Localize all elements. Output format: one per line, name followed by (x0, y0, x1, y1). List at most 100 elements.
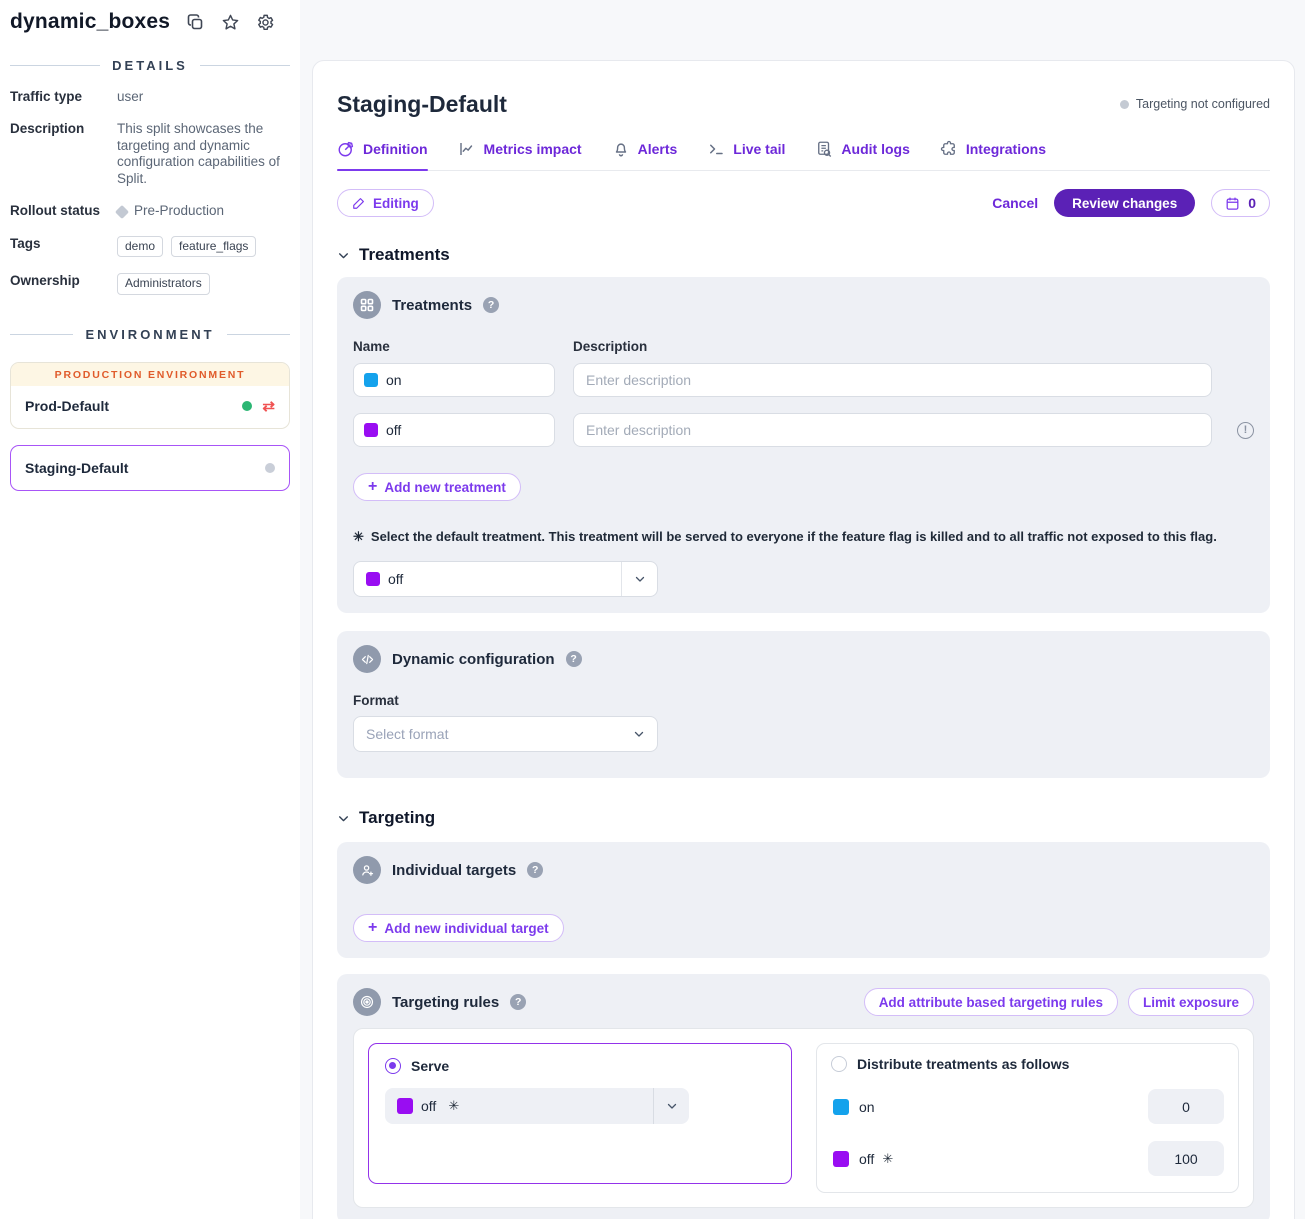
chart-icon (458, 140, 476, 158)
treatment-color-swatch (833, 1151, 849, 1167)
review-changes-button[interactable]: Review changes (1054, 189, 1195, 217)
help-icon[interactable]: ? (566, 651, 582, 667)
details-heading: DETAILS (10, 58, 290, 73)
add-attribute-rules-button[interactable]: Add attribute based targeting rules (864, 988, 1118, 1016)
production-banner: PRODUCTION ENVIRONMENT (11, 363, 289, 386)
environment-heading: ENVIRONMENT (10, 327, 290, 342)
targeting-rules-title: Targeting rules (392, 994, 499, 1011)
distribute-treatment-name: off (859, 1151, 874, 1167)
targeting-rules-card: Targeting rules ? Add attribute based ta… (337, 974, 1270, 1219)
details-rows: Traffic type user Description This split… (10, 89, 290, 295)
description-label: Description (10, 121, 117, 187)
env-prod-name: Prod-Default (25, 398, 109, 414)
tab-live-tail[interactable]: Live tail (707, 140, 785, 170)
tab-integrations[interactable]: Integrations (940, 140, 1046, 170)
treatment-description-input[interactable] (573, 413, 1212, 447)
serve-treatment-value: off (421, 1098, 436, 1114)
schedule-button[interactable]: 0 (1211, 189, 1270, 217)
add-new-treatment-button[interactable]: + Add new treatment (353, 473, 521, 501)
treatment-name: on (386, 372, 402, 388)
treatment-description-input[interactable] (573, 363, 1212, 397)
environment-card-prod[interactable]: PRODUCTION ENVIRONMENT Prod-Default ⇄ (10, 362, 290, 429)
format-select[interactable]: Select format (353, 716, 658, 752)
distribute-percentage-input[interactable] (1148, 1089, 1224, 1124)
treatment-color-swatch (364, 373, 378, 387)
default-treatment-select[interactable]: off (353, 561, 658, 597)
environment-detail-panel: Staging-Default Targeting not configured… (312, 60, 1295, 1219)
detail-row-tags: Tags demo feature_flags (10, 236, 290, 258)
copy-icon[interactable] (186, 13, 205, 32)
traffic-type-label: Traffic type (10, 89, 117, 105)
detail-row-description: Description This split showcases the tar… (10, 121, 290, 187)
chevron-down-icon (633, 728, 645, 740)
pencil-icon (352, 196, 366, 210)
treatment-name: off (386, 422, 401, 438)
default-treatment-note: ✳ Select the default treatment. This tre… (353, 529, 1254, 545)
treatment-name-field[interactable]: on (353, 363, 555, 397)
dynamic-configuration-card: Dynamic configuration ? Format Select fo… (337, 631, 1270, 778)
app-header: dynamic_boxes (0, 0, 300, 44)
treatments-column-labels: Name Description (353, 339, 1254, 354)
person-add-icon (353, 856, 381, 884)
name-column-label: Name (353, 339, 555, 354)
puzzle-icon (940, 140, 958, 158)
tab-alerts[interactable]: Alerts (612, 140, 678, 170)
treatment-color-swatch (366, 572, 380, 586)
treatments-card: Treatments ? Name Description on off (337, 277, 1270, 613)
star-icon[interactable] (221, 13, 240, 32)
treatment-color-swatch (833, 1099, 849, 1115)
swap-arrows-icon[interactable]: ⇄ (262, 399, 275, 414)
default-marker-icon: ✳ (882, 1151, 893, 1167)
tab-metrics-impact[interactable]: Metrics impact (458, 140, 582, 170)
distribute-percentage-input[interactable] (1148, 1141, 1224, 1176)
description-column-label: Description (573, 339, 647, 354)
tab-definition[interactable]: Definition (337, 140, 428, 170)
distribute-label: Distribute treatments as follows (857, 1056, 1069, 1072)
definition-icon (337, 140, 355, 158)
serve-treatment-select[interactable]: off ✳ (385, 1088, 689, 1124)
rollout-diamond-icon (115, 205, 129, 219)
main-header: Staging-Default Targeting not configured (337, 91, 1270, 118)
editing-button[interactable]: Editing (337, 189, 434, 217)
distribute-row: off ✳ (831, 1141, 1224, 1176)
distribute-treatment-name: on (859, 1099, 875, 1115)
target-icon (353, 988, 381, 1016)
limit-exposure-button[interactable]: Limit exposure (1128, 988, 1254, 1016)
format-select-placeholder: Select format (366, 726, 633, 742)
info-icon[interactable]: ! (1237, 422, 1254, 439)
serve-radio[interactable] (385, 1058, 401, 1074)
help-icon[interactable]: ? (510, 994, 526, 1010)
help-icon[interactable]: ? (527, 862, 543, 878)
ownership-chip: Administrators (117, 273, 210, 295)
ownership-chips: Administrators (117, 273, 290, 295)
detail-row-traffic-type: Traffic type user (10, 89, 290, 105)
distribute-radio[interactable] (831, 1056, 847, 1072)
serve-panel[interactable]: Serve off ✳ (368, 1043, 792, 1184)
chevron-down-icon (666, 1100, 678, 1112)
help-icon[interactable]: ? (483, 297, 499, 313)
treatment-color-swatch (397, 1098, 413, 1114)
detail-row-ownership: Ownership Administrators (10, 273, 290, 295)
treatments-section-toggle[interactable]: Treatments (337, 245, 1270, 265)
default-marker-icon: ✳ (448, 1098, 459, 1114)
environment-card-staging[interactable]: Staging-Default (10, 445, 290, 491)
flag-title: dynamic_boxes (10, 10, 170, 34)
add-new-individual-target-button[interactable]: + Add new individual target (353, 914, 564, 942)
env-active-dot (242, 401, 252, 411)
cancel-button[interactable]: Cancel (992, 195, 1038, 211)
format-label: Format (353, 693, 1254, 708)
tab-audit-logs[interactable]: Audit logs (815, 140, 909, 170)
default-treatment-value: off (388, 571, 403, 587)
page: dynamic_boxes DETAILS Traffic type user … (0, 0, 1305, 1219)
treatment-name-field[interactable]: off (353, 413, 555, 447)
gear-icon[interactable] (256, 13, 275, 32)
tags-chips: demo feature_flags (117, 236, 290, 258)
env-staging-name: Staging-Default (25, 460, 128, 476)
edit-toolbar: Editing Cancel Review changes 0 (337, 189, 1270, 217)
audit-log-icon (815, 140, 833, 158)
tag-chip: demo (117, 236, 163, 258)
targeting-section-toggle[interactable]: Targeting (337, 808, 1270, 828)
default-marker-icon: ✳ (353, 529, 364, 545)
traffic-type-value: user (117, 89, 290, 105)
distribute-panel[interactable]: Distribute treatments as follows on off … (816, 1043, 1239, 1193)
